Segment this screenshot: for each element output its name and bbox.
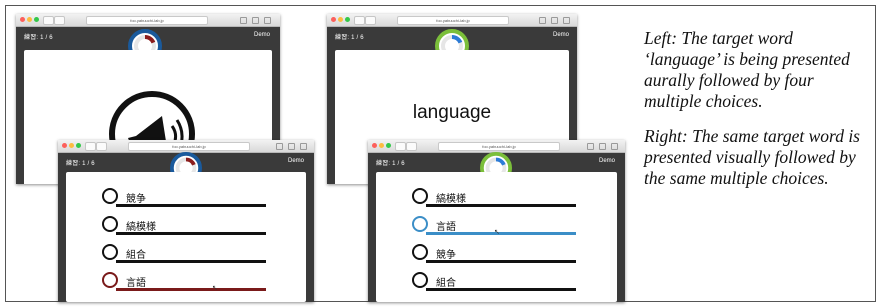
share-icon[interactable] <box>276 143 283 150</box>
address-bar[interactable]: foo.yabuuchi-lab.jp <box>86 16 208 25</box>
radio-circle[interactable] <box>102 272 118 288</box>
right-bottom-window: foo.yabuuchi-lab.jp 練習: 1 / 6 Demo 縞模様 言… <box>368 140 625 302</box>
choice-option[interactable]: 組合 <box>412 272 576 294</box>
figure-caption: Left: The target word ‘language’ is bein… <box>644 28 872 203</box>
choice-label: 競争 <box>126 194 146 205</box>
close-button[interactable] <box>62 143 67 148</box>
user-label: Demo <box>598 158 615 164</box>
choices-panel: 縞模様 言語 ↖ 競争 組合 <box>376 172 617 302</box>
target-word: language <box>412 102 492 123</box>
minimize-button[interactable] <box>379 143 384 148</box>
radio-circle[interactable] <box>412 272 428 288</box>
choice-underline <box>426 260 576 263</box>
choices-panel: 競争 縞模様 組合 言語 ↖ <box>66 172 306 302</box>
caption-right: Right: The same target word is presented… <box>644 126 860 188</box>
back-button[interactable] <box>85 142 96 151</box>
choice-label: 組合 <box>126 250 146 261</box>
forward-button[interactable] <box>54 16 65 25</box>
add-tab-icon[interactable] <box>611 143 618 150</box>
choice-underline <box>116 204 266 207</box>
tabs-icon[interactable] <box>288 143 295 150</box>
url-text: foo.yabuuchi-lab.jp <box>172 144 206 149</box>
choice-option[interactable]: 縞模様 <box>102 216 266 238</box>
choice-underline <box>426 232 576 235</box>
choice-underline <box>116 260 266 263</box>
url-text: foo.yabuuchi-lab.jp <box>130 18 164 23</box>
radio-circle[interactable] <box>412 188 428 204</box>
choice-option-selected[interactable]: 言語 ↖ <box>102 272 266 294</box>
choice-option-selected[interactable]: 言語 ↖ <box>412 216 576 238</box>
share-icon[interactable] <box>539 17 546 24</box>
radio-circle[interactable] <box>412 216 428 232</box>
back-button[interactable] <box>43 16 54 25</box>
progress-label: 練習: 1 / 6 <box>24 35 53 41</box>
radio-circle[interactable] <box>102 244 118 260</box>
close-button[interactable] <box>372 143 377 148</box>
tabs-icon[interactable] <box>252 17 259 24</box>
progress-label: 練習: 1 / 6 <box>335 35 364 41</box>
maximize-button[interactable] <box>386 143 391 148</box>
add-tab-icon[interactable] <box>300 143 307 150</box>
close-button[interactable] <box>331 17 336 22</box>
forward-button[interactable] <box>365 16 376 25</box>
choice-underline <box>116 232 266 235</box>
address-bar[interactable]: foo.yabuuchi-lab.jp <box>397 16 509 25</box>
choice-option[interactable]: 競争 <box>412 244 576 266</box>
browser-toolbar: foo.yabuuchi-lab.jp <box>327 14 577 27</box>
add-tab-icon[interactable] <box>264 17 271 24</box>
caption-left: Left: The target word ‘language’ is bein… <box>644 28 850 111</box>
minimize-button[interactable] <box>27 17 32 22</box>
radio-circle[interactable] <box>102 216 118 232</box>
choice-option[interactable]: 競争 <box>102 188 266 210</box>
minimize-button[interactable] <box>338 17 343 22</box>
address-bar[interactable]: foo.yabuuchi-lab.jp <box>438 142 560 151</box>
address-bar[interactable]: foo.yabuuchi-lab.jp <box>128 142 250 151</box>
minimize-button[interactable] <box>69 143 74 148</box>
close-button[interactable] <box>20 17 25 22</box>
choice-option[interactable]: 縞模様 <box>412 188 576 210</box>
add-tab-icon[interactable] <box>563 17 570 24</box>
choice-label: 縞模様 <box>436 194 466 205</box>
choice-underline <box>116 288 266 291</box>
user-label: Demo <box>253 32 270 38</box>
choice-label: 言語 <box>126 278 146 289</box>
maximize-button[interactable] <box>345 17 350 22</box>
maximize-button[interactable] <box>34 17 39 22</box>
tabs-icon[interactable] <box>599 143 606 150</box>
radio-circle[interactable] <box>412 244 428 260</box>
choice-label: 競争 <box>436 250 456 261</box>
choice-label: 組合 <box>436 278 456 289</box>
browser-toolbar: foo.yabuuchi-lab.jp <box>16 14 280 27</box>
choice-option[interactable]: 組合 <box>102 244 266 266</box>
radio-circle[interactable] <box>102 188 118 204</box>
back-button[interactable] <box>395 142 406 151</box>
mouse-cursor-icon: ↖ <box>212 285 218 292</box>
maximize-button[interactable] <box>76 143 81 148</box>
mouse-cursor-icon: ↖ <box>494 229 500 236</box>
choice-underline <box>426 204 576 207</box>
user-label: Demo <box>287 158 304 164</box>
share-icon[interactable] <box>240 17 247 24</box>
choice-underline <box>426 288 576 291</box>
forward-button[interactable] <box>96 142 107 151</box>
progress-label: 練習: 1 / 6 <box>376 161 405 167</box>
choice-label: 言語 <box>436 222 456 233</box>
left-bottom-window: foo.yabuuchi-lab.jp 練習: 1 / 6 Demo 競争 縞模… <box>58 140 314 302</box>
user-label: Demo <box>552 32 569 38</box>
tabs-icon[interactable] <box>551 17 558 24</box>
choice-label: 縞模様 <box>126 222 156 233</box>
back-button[interactable] <box>354 16 365 25</box>
progress-label: 練習: 1 / 6 <box>66 161 95 167</box>
url-text: foo.yabuuchi-lab.jp <box>436 18 470 23</box>
share-icon[interactable] <box>587 143 594 150</box>
forward-button[interactable] <box>406 142 417 151</box>
url-text: foo.yabuuchi-lab.jp <box>482 144 516 149</box>
